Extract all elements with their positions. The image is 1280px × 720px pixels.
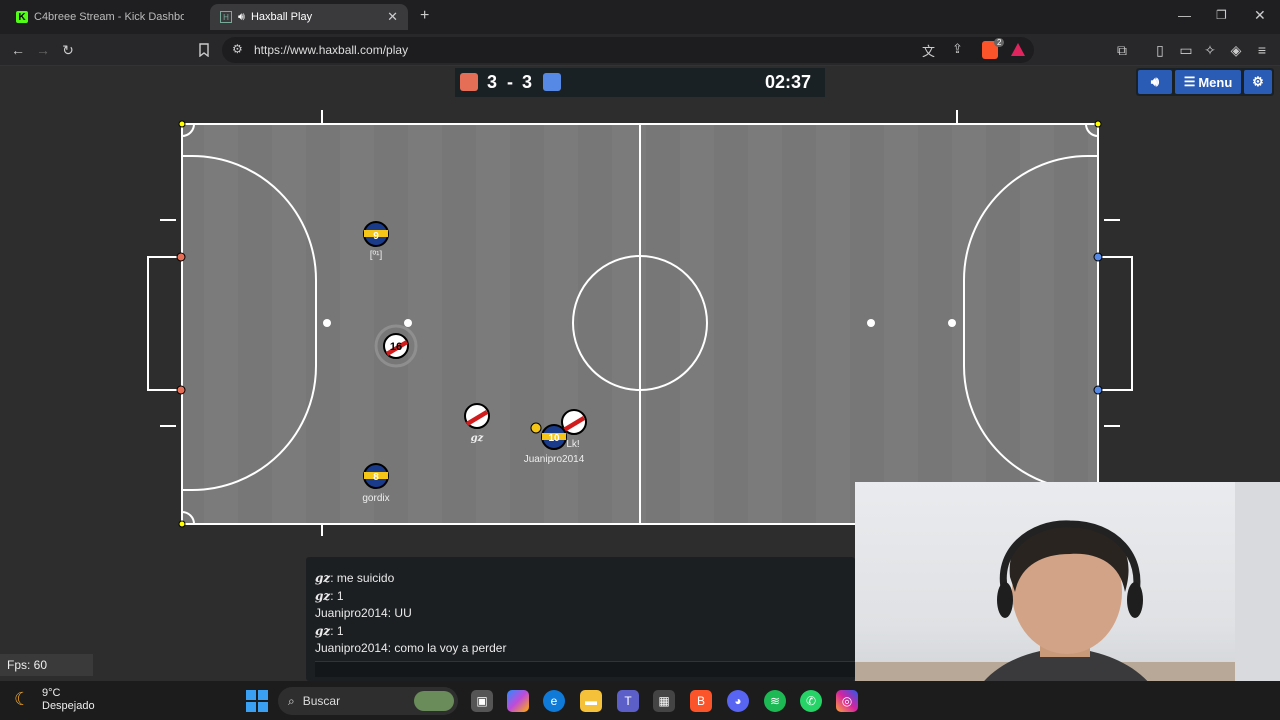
penalty-spot (948, 319, 956, 327)
red-goal-post (176, 252, 186, 262)
search-icon: ⌕ (288, 693, 295, 708)
screenshot-icon[interactable]: ⧉ (1112, 40, 1132, 60)
windows-start-icon[interactable] (246, 690, 268, 712)
chat-message: gz: 1 (315, 624, 344, 638)
chat-input[interactable] (315, 661, 855, 677)
penalty-spot (867, 319, 875, 327)
speaker-icon: 🔊︎ (1150, 74, 1160, 89)
player-name: gz (471, 433, 484, 444)
player-number: 8 (373, 472, 379, 483)
player-name: gordix (362, 493, 389, 504)
restore-icon[interactable]: ❐ (1216, 8, 1227, 22)
corner-marker (178, 520, 186, 528)
weather-icon: ☾ (14, 689, 31, 709)
browser-toolbar: ← → ↻ ⚙ https://www.haxball.com/play 文 ⇪… (0, 34, 1280, 66)
browser-menu-icon[interactable]: ≡ (1252, 40, 1272, 60)
edge-icon[interactable]: e (543, 690, 565, 712)
player-number: 16 (390, 341, 402, 353)
brave-taskbar-icon[interactable]: B (690, 690, 712, 712)
score-separator: - (507, 72, 513, 92)
chat-message: Juanipro2014: UU (315, 606, 412, 620)
penalty-spot (323, 319, 331, 327)
blue-team-color (543, 73, 561, 91)
wallet-icon[interactable]: ▭ (1176, 40, 1196, 60)
tab-kick-dashboard[interactable]: K C4breee Stream - Kick Dashboard (6, 4, 204, 30)
reload-icon[interactable]: ↻ (58, 40, 78, 60)
leo-ai-icon[interactable]: ✧ (1200, 40, 1220, 60)
tab-title: Haxball Play (250, 11, 313, 23)
chat-message: gz: me suicido (315, 571, 395, 585)
menu-label: Menu (1198, 74, 1233, 90)
player-name: Lk! (566, 439, 579, 450)
close-tab-icon[interactable]: ✕ (387, 9, 398, 25)
weather-desc: Despejado (42, 700, 95, 712)
penalty-spot (404, 319, 412, 327)
corner-marker (178, 120, 186, 128)
tab-haxball-play[interactable]: H 🔊︎ Haxball Play ✕ (210, 4, 408, 30)
settings-button[interactable]: ⚙ (1244, 70, 1272, 94)
player-name: Juanipro2014 (524, 454, 585, 465)
player-name: [º¹] (370, 250, 383, 261)
address-bar[interactable]: ⚙ https://www.haxball.com/play 文 ⇪ 2 (222, 37, 1034, 63)
teams-icon[interactable]: T (617, 690, 639, 712)
spotify-icon[interactable]: ≋ (764, 690, 786, 712)
vpn-icon[interactable]: ◈ (1226, 40, 1246, 60)
file-explorer-icon[interactable]: ▬ (580, 690, 602, 712)
task-view-icon[interactable]: ▣ (471, 690, 493, 712)
blue-goal-post (1093, 385, 1103, 395)
player-blue: 8 gordix (362, 463, 390, 504)
bookmark-icon[interactable] (194, 40, 214, 60)
hamburger-icon: ☰ (1183, 74, 1196, 89)
score-red: 3 (487, 72, 498, 92)
chat-message: gz: 1 (315, 589, 344, 603)
discord-icon[interactable]: ◕ (727, 690, 749, 712)
weather-widget[interactable]: 9°C Despejado (42, 687, 95, 713)
game-top-buttons: 🔊︎ ☰ Menu ⚙ (1136, 68, 1274, 96)
sidebar-icon[interactable]: ▯ (1150, 40, 1170, 60)
tab-title: C4breee Stream - Kick Dashboard (34, 11, 184, 23)
sound-button[interactable]: 🔊︎ (1138, 70, 1172, 94)
speaker-icon: 🔊︎ (238, 10, 245, 23)
share-icon[interactable]: ⇪ (952, 41, 963, 57)
kick-favicon-icon: K (16, 11, 28, 23)
weather-temp: 9°C (42, 687, 61, 699)
brave-badge: 2 (994, 38, 1005, 47)
store-icon[interactable]: ▦ (653, 690, 675, 712)
site-info-icon[interactable]: ⚙ (232, 42, 243, 56)
menu-button[interactable]: ☰ Menu (1175, 70, 1241, 94)
forward-icon[interactable]: → (33, 40, 53, 60)
player-number: 10 (548, 433, 560, 444)
browser-tab-bar: K C4breee Stream - Kick Dashboard H 🔊︎ H… (0, 0, 1280, 34)
back-icon[interactable]: ← (8, 40, 28, 60)
blue-goal-post (1093, 252, 1103, 262)
red-team-color (460, 73, 478, 91)
ball (530, 422, 542, 434)
new-tab-button[interactable]: + (420, 7, 429, 25)
fps-counter: Fps: 60 (0, 654, 93, 676)
chat-message: Juanipro2014: como la voy a perder (315, 641, 507, 655)
url-text: https://www.haxball.com/play (254, 43, 409, 57)
gear-icon: ⚙ (1252, 74, 1264, 89)
match-timer: 02:37 (765, 72, 812, 92)
score-blue: 3 (522, 72, 533, 92)
whatsapp-icon[interactable]: ✆ (800, 690, 822, 712)
window-close-icon[interactable]: ✕ (1254, 7, 1266, 24)
corner-marker (1094, 120, 1102, 128)
scoreboard: 3 - 3 02:37 (455, 68, 825, 97)
haxball-favicon-icon: H (220, 11, 232, 23)
brave-rewards-icon[interactable] (1011, 43, 1025, 56)
minimize-icon[interactable]: — (1178, 8, 1191, 23)
os-taskbar: ☾ 9°C Despejado ⌕ Buscar ▣ e ▬ T ▦ B ◕ ≋… (0, 681, 1280, 720)
instagram-icon[interactable]: ◎ (836, 690, 858, 712)
red-goal-post (176, 385, 186, 395)
chat-box: gz: me suicido gz: 1 Juanipro2014: UU gz… (306, 557, 855, 681)
search-placeholder: Buscar (302, 694, 341, 708)
translate-icon[interactable]: 文 (922, 41, 935, 60)
player-number: 9 (373, 231, 379, 242)
copilot-icon[interactable] (507, 690, 529, 712)
taskbar-search[interactable]: ⌕ Buscar (278, 687, 458, 715)
